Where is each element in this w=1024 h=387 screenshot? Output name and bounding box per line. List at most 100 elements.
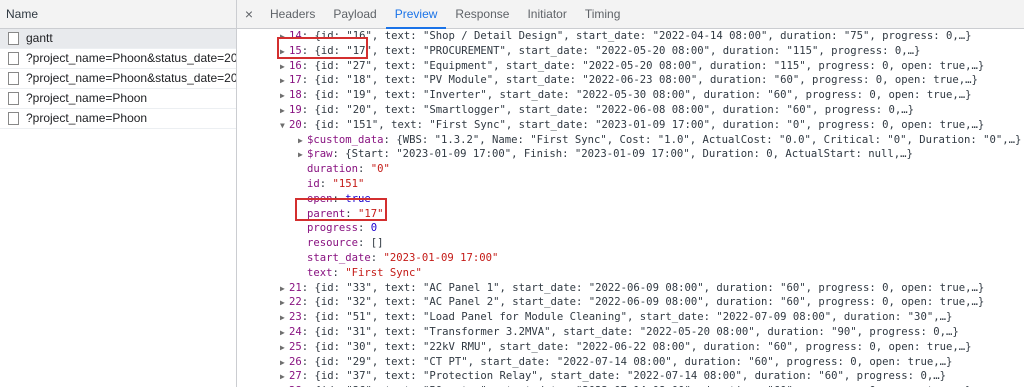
expand-arrow-icon[interactable]: ▼: [280, 119, 289, 134]
request-name: ?project_name=Phoon: [26, 91, 148, 105]
collapse-arrow-icon[interactable]: ▶: [280, 282, 289, 297]
file-icon: [8, 72, 19, 85]
object-summary: {id: "51", text: "Load Panel for Module …: [314, 311, 953, 324]
request-row[interactable]: ?project_name=Phoon&status_date=20...: [0, 69, 236, 89]
array-index: 17: [289, 74, 302, 87]
request-list-panel: Name gantt ?project_name=Phoon&status_dat…: [0, 0, 237, 387]
collapse-arrow-icon[interactable]: ▶: [298, 148, 307, 163]
collapse-arrow-icon[interactable]: ▶: [280, 370, 289, 385]
file-icon: [8, 112, 19, 125]
object-summary: {id: "19", text: "Inverter", start_date:…: [314, 89, 972, 102]
property-key: $custom_data: [307, 133, 384, 146]
object-summary: {id: "27", text: "Equipment", start_date…: [314, 59, 985, 72]
json-tree-row[interactable]: ▶ 22: {id: "32", text: "AC Panel 2", star…: [237, 295, 1024, 310]
object-summary: {id: "29", text: "CT PT", start_date: "2…: [314, 355, 953, 368]
collapse-arrow-icon[interactable]: ▶: [280, 296, 289, 311]
close-icon[interactable]: ×: [237, 0, 261, 28]
file-icon: [8, 32, 19, 45]
collapse-arrow-icon[interactable]: ▶: [280, 341, 289, 356]
json-tree-row[interactable]: ▶ 26: {id: "29", text: "CT PT", start_dat…: [237, 355, 1024, 370]
json-tree-row[interactable]: ▶ 16: {id: "27", text: "Equipment", start…: [237, 59, 1024, 74]
highlight-box-id-17: [277, 37, 368, 59]
array-index: 18: [289, 89, 302, 102]
property-key: id: [307, 177, 320, 190]
property-key: duration: [307, 163, 359, 176]
property-value: 0: [370, 222, 378, 235]
tab-headers[interactable]: Headers: [261, 0, 324, 28]
json-tree-row[interactable]: ▼ 20: {id: "151", text: "First Sync", sta…: [237, 118, 1024, 133]
object-summary: {id: "18", text: "PV Module", start_date…: [314, 74, 978, 87]
tab-timing[interactable]: Timing: [576, 0, 630, 28]
json-tree-row[interactable]: ▶ $custom_data: {WBS: "1.3.2", Name: "Fir…: [237, 133, 1024, 148]
property-value: "0": [370, 163, 390, 176]
array-index: 16: [289, 59, 302, 72]
array-index: 21: [289, 281, 302, 294]
collapse-arrow-icon[interactable]: ▶: [280, 60, 289, 75]
request-list: gantt ?project_name=Phoon&status_date=20.…: [0, 29, 236, 129]
file-icon: [8, 92, 19, 105]
name-column-header[interactable]: Name: [0, 0, 236, 29]
request-row[interactable]: ?project_name=Phoon&status_date=20...: [0, 49, 236, 69]
json-tree-row[interactable]: ▶ 21: {id: "33", text: "AC Panel 1", star…: [237, 281, 1024, 296]
property-key: start_date: [307, 251, 371, 264]
array-index: 27: [289, 370, 302, 383]
object-summary: {id: "31", text: "Transformer 3.2MVA", s…: [314, 325, 959, 338]
property-value: []: [370, 237, 384, 250]
tab-response[interactable]: Response: [446, 0, 518, 28]
json-tree-row[interactable]: ▶ 25: {id: "30", text: "22kV RMU", start_…: [237, 340, 1024, 355]
json-tree-row[interactable]: ▶ 19: {id: "20", text: "Smartlogger", sta…: [237, 103, 1024, 118]
json-tree-row: text: "First Sync": [307, 266, 422, 279]
array-index: 24: [289, 325, 302, 338]
collapse-arrow-icon[interactable]: ▶: [298, 134, 307, 149]
request-row[interactable]: ?project_name=Phoon: [0, 89, 236, 109]
array-index: 26: [289, 355, 302, 368]
property-key: resource: [307, 237, 359, 250]
object-summary: {id: "30", text: "22kV RMU", start_date:…: [314, 340, 972, 353]
property-value: "First Sync": [345, 266, 422, 279]
json-tree-row: duration: "0": [307, 163, 390, 176]
array-index: 20: [289, 118, 302, 131]
request-name: ?project_name=Phoon&status_date=20...: [26, 51, 236, 65]
tab-payload[interactable]: Payload: [324, 0, 385, 28]
request-row[interactable]: ?project_name=Phoon: [0, 109, 236, 129]
json-tree-row[interactable]: ▶ 24: {id: "31", text: "Transformer 3.2MV…: [237, 325, 1024, 340]
details-tabbar: × Headers Payload Preview Response Initiator…: [237, 0, 1024, 29]
collapse-arrow-icon[interactable]: ▶: [280, 311, 289, 326]
property-value: "151": [332, 177, 365, 190]
array-index: 25: [289, 340, 302, 353]
collapse-arrow-icon[interactable]: ▶: [280, 74, 289, 89]
property-key: text: [307, 266, 333, 279]
collapse-arrow-icon[interactable]: ▶: [280, 326, 289, 341]
json-tree-row[interactable]: ▶ 17: {id: "18", text: "PV Module", start…: [237, 73, 1024, 88]
property-value: "2023-01-09 17:00": [383, 251, 499, 264]
object-summary: {id: "151", text: "First Sync", start_da…: [314, 118, 985, 131]
property-key: progress: [307, 222, 359, 235]
object-summary: {Start: "2023-01-09 17:00", Finish: "202…: [345, 148, 913, 161]
collapse-arrow-icon[interactable]: ▶: [280, 104, 289, 119]
tab-preview[interactable]: Preview: [385, 0, 447, 29]
object-summary: {WBS: "1.3.2", Name: "First Sync", Cost:…: [396, 133, 1022, 146]
json-tree-row[interactable]: ▶ 18: {id: "19", text: "Inverter", start_…: [237, 88, 1024, 103]
file-icon: [8, 52, 19, 65]
json-tree-row: progress: 0: [307, 222, 378, 235]
object-summary: {id: "37", text: "Protection Relay", sta…: [314, 370, 946, 383]
array-index: 22: [289, 296, 302, 309]
request-row[interactable]: gantt: [0, 29, 236, 49]
json-tree-row: start_date: "2023-01-09 17:00": [307, 251, 499, 264]
json-tree-row[interactable]: ▶ $raw: {Start: "2023-01-09 17:00", Finis…: [237, 147, 1024, 162]
array-index: 19: [289, 103, 302, 116]
collapse-arrow-icon[interactable]: ▶: [280, 89, 289, 104]
object-summary: {id: "20", text: "Smartlogger", start_da…: [314, 103, 915, 116]
request-name: ?project_name=Phoon&status_date=20...: [26, 71, 236, 85]
object-summary: {id: "32", text: "AC Panel 2", start_dat…: [314, 296, 985, 309]
request-name: ?project_name=Phoon: [26, 111, 148, 125]
json-tree-row[interactable]: ▶ 23: {id: "51", text: "Load Panel for Mo…: [237, 310, 1024, 325]
object-summary: {id: "17", text: "PROCUREMENT", start_da…: [314, 44, 921, 57]
tab-initiator[interactable]: Initiator: [518, 0, 575, 28]
details-panel: × Headers Payload Preview Response Initiator…: [237, 0, 1024, 387]
json-tree-row[interactable]: ▶ 27: {id: "37", text: "Protection Relay"…: [237, 369, 1024, 384]
array-index: 23: [289, 311, 302, 324]
collapse-arrow-icon[interactable]: ▶: [280, 356, 289, 371]
tab-list: Headers Payload Preview Response Initiator Ti…: [261, 0, 630, 29]
object-summary: {id: "16", text: "Shop / Detail Design",…: [314, 30, 972, 42]
